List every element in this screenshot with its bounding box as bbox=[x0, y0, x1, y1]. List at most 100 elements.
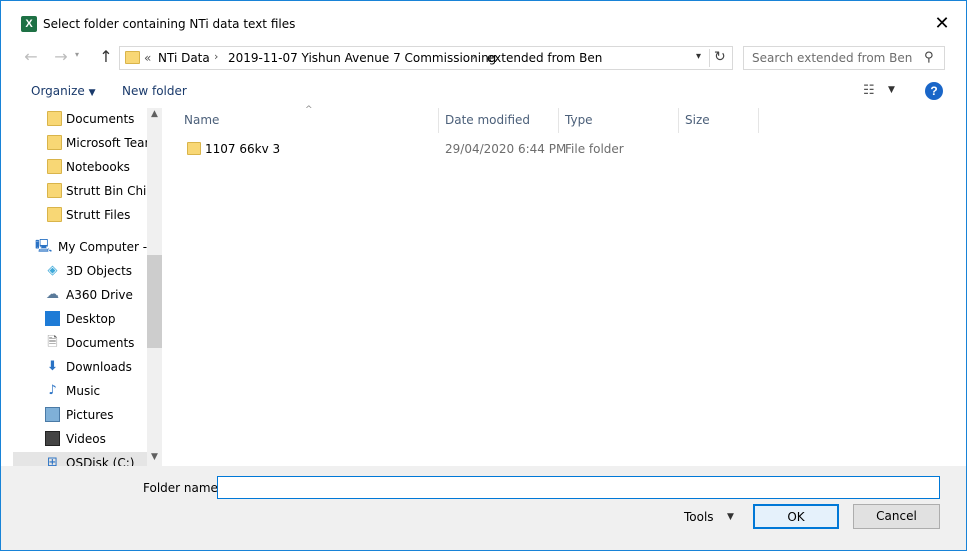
breadcrumb-overflow[interactable]: « bbox=[144, 51, 151, 65]
chevron-down-icon: ▼ bbox=[88, 88, 96, 98]
pictures-icon bbox=[45, 407, 60, 422]
command-toolbar: Organize ▼ New folder ☷ ▼ ? bbox=[1, 77, 966, 107]
nav-item-3d-objects[interactable]: ◈ 3D Objects bbox=[13, 260, 147, 282]
nav-item-label: Videos bbox=[66, 432, 106, 446]
scroll-down-icon[interactable]: ▼ bbox=[147, 452, 162, 466]
chevron-down-icon[interactable]: ▾ bbox=[696, 51, 701, 62]
nav-item-videos[interactable]: Videos bbox=[13, 428, 147, 450]
nav-item-label: Microsoft Teams bbox=[66, 136, 147, 150]
music-note-icon: ♪ bbox=[48, 383, 57, 398]
nav-item-label: My Computer - Strutt bbox=[58, 240, 147, 254]
folder-icon bbox=[47, 159, 62, 174]
folder-icon bbox=[47, 183, 62, 198]
tools-button[interactable]: Tools bbox=[684, 510, 714, 524]
nav-item-label: Music bbox=[66, 384, 101, 398]
nav-item-desktop[interactable]: Desktop bbox=[13, 308, 147, 330]
recent-locations-dropdown-icon[interactable]: ▾ bbox=[75, 50, 79, 59]
nav-item-label: Pictures bbox=[66, 408, 114, 422]
organize-label: Organize bbox=[31, 84, 85, 98]
search-input[interactable]: Search extended from Ben bbox=[752, 51, 912, 65]
excel-icon: X bbox=[21, 16, 37, 32]
file-list: ^ Name Date modified Type Size 1107 66kv… bbox=[163, 105, 956, 466]
nav-item-my-computer[interactable]: 🖳 My Computer - Strutt bbox=[13, 236, 147, 258]
navigation-pane: Documents Microsoft Teams Notebooks Stru… bbox=[13, 108, 163, 466]
nav-item-label: Strutt Bin Chicken bbox=[66, 184, 147, 198]
title-bar: X Select folder containing NTi data text… bbox=[1, 1, 966, 34]
cloud-drive-icon: ☁ bbox=[46, 287, 59, 302]
column-header-size[interactable]: Size bbox=[685, 113, 710, 127]
nav-item-music[interactable]: ♪ Music bbox=[13, 380, 147, 402]
refresh-icon[interactable]: ↻ bbox=[714, 49, 726, 65]
folder-picker-dialog: X Select folder containing NTi data text… bbox=[0, 0, 967, 551]
column-header-date[interactable]: Date modified bbox=[445, 113, 530, 127]
nav-scrollbar-thumb[interactable] bbox=[147, 255, 162, 348]
address-divider bbox=[709, 49, 710, 67]
organize-button[interactable]: Organize ▼ bbox=[31, 84, 96, 98]
folder-icon bbox=[187, 142, 201, 155]
file-name: 1107 66kv 3 bbox=[205, 142, 281, 156]
search-box[interactable]: Search extended from Ben ⚲ bbox=[743, 46, 945, 70]
cancel-button[interactable]: Cancel bbox=[853, 504, 940, 529]
nav-item-label: Downloads bbox=[66, 360, 132, 374]
nav-item-notebooks[interactable]: Notebooks bbox=[13, 156, 147, 178]
breadcrumb-separator-icon[interactable]: › bbox=[214, 50, 218, 63]
documents-icon: 🗎 bbox=[47, 335, 58, 350]
folder-icon bbox=[125, 51, 140, 64]
nav-item-documents-pc[interactable]: 🗎 Documents bbox=[13, 332, 147, 354]
nav-item-label: Strutt Files bbox=[66, 208, 131, 222]
nav-item-osdisk[interactable]: ⊞ OSDisk (C:) bbox=[13, 452, 147, 466]
file-type: File folder bbox=[565, 142, 624, 156]
back-arrow-icon[interactable]: ← bbox=[21, 46, 41, 68]
folder-name-label: Folder name: bbox=[143, 481, 222, 495]
column-header-name[interactable]: Name bbox=[184, 113, 219, 127]
sort-ascending-icon: ^ bbox=[305, 105, 313, 115]
forward-arrow-icon[interactable]: → bbox=[51, 46, 71, 68]
file-date: 29/04/2020 6:44 PM bbox=[445, 142, 567, 156]
chevron-down-icon[interactable]: ▼ bbox=[888, 85, 895, 95]
close-button[interactable]: ✕ bbox=[927, 14, 957, 36]
scroll-up-icon[interactable]: ▲ bbox=[147, 109, 162, 123]
new-folder-button[interactable]: New folder bbox=[122, 84, 187, 98]
folder-icon bbox=[47, 111, 62, 126]
nav-item-downloads[interactable]: ⬇ Downloads bbox=[13, 356, 147, 378]
breadcrumb-separator-icon[interactable]: › bbox=[472, 50, 476, 63]
nav-item-label: Notebooks bbox=[66, 160, 130, 174]
bottom-panel: Folder name: Tools ▼ OK Cancel bbox=[1, 466, 966, 550]
download-arrow-icon: ⬇ bbox=[47, 359, 58, 374]
table-row[interactable]: 1107 66kv 3 29/04/2020 6:44 PM File fold… bbox=[177, 138, 757, 160]
nav-item-pictures[interactable]: Pictures bbox=[13, 404, 147, 426]
chevron-down-icon[interactable]: ▼ bbox=[727, 512, 734, 522]
breadcrumb-extended-from-ben[interactable]: extended from Ben bbox=[487, 51, 602, 65]
address-bar[interactable]: « NTi Data › 2019-11-07 Yishun Avenue 7 … bbox=[119, 46, 733, 70]
nav-item-label: Documents bbox=[66, 336, 135, 350]
column-divider[interactable] bbox=[678, 108, 679, 133]
view-options-icon[interactable]: ☷ bbox=[863, 83, 875, 98]
nav-item-label: OSDisk (C:) bbox=[66, 456, 135, 466]
help-icon[interactable]: ? bbox=[925, 82, 943, 100]
search-icon[interactable]: ⚲ bbox=[924, 50, 934, 65]
nav-item-label: A360 Drive bbox=[66, 288, 133, 302]
nav-item-strutt-files[interactable]: Strutt Files bbox=[13, 204, 147, 226]
up-arrow-icon[interactable]: ↑ bbox=[96, 46, 116, 68]
nav-item-label: Documents bbox=[66, 112, 135, 126]
breadcrumb-commissioning[interactable]: 2019-11-07 Yishun Avenue 7 Commissioning bbox=[228, 51, 496, 65]
nav-item-label: 3D Objects bbox=[66, 264, 133, 278]
nav-item-label: Desktop bbox=[66, 312, 116, 326]
cube-icon: ◈ bbox=[47, 263, 58, 278]
column-divider[interactable] bbox=[558, 108, 559, 133]
breadcrumb-nti-data[interactable]: NTi Data bbox=[158, 51, 210, 65]
computer-icon: 🖳 bbox=[35, 239, 53, 254]
nav-item-microsoft-teams[interactable]: Microsoft Teams bbox=[13, 132, 147, 154]
column-divider[interactable] bbox=[438, 108, 439, 133]
film-icon bbox=[45, 431, 60, 446]
nav-item-documents[interactable]: Documents bbox=[13, 108, 147, 130]
column-divider[interactable] bbox=[758, 108, 759, 133]
folder-icon bbox=[47, 207, 62, 222]
folder-icon bbox=[47, 135, 62, 150]
column-header-type[interactable]: Type bbox=[565, 113, 593, 127]
nav-item-strutt-bin-chicken[interactable]: Strutt Bin Chicken bbox=[13, 180, 147, 202]
dialog-title: Select folder containing NTi data text f… bbox=[43, 17, 296, 31]
ok-button[interactable]: OK bbox=[753, 504, 839, 529]
nav-item-a360-drive[interactable]: ☁ A360 Drive bbox=[13, 284, 147, 306]
folder-name-input[interactable] bbox=[217, 476, 940, 499]
